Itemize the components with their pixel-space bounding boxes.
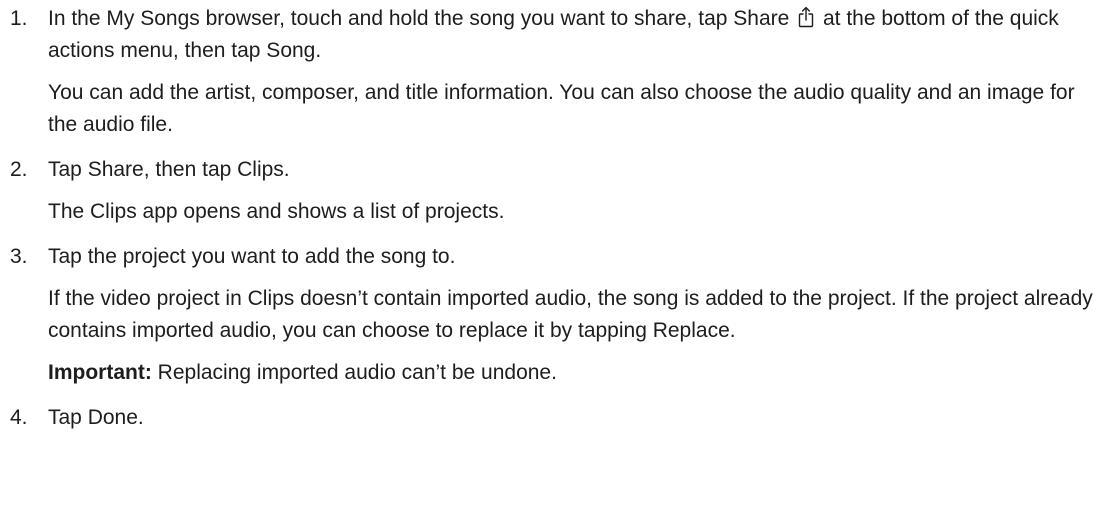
step-3: 3. Tap the project you want to add the s… — [0, 241, 1093, 389]
step-2: 2. Tap Share, then tap Clips. The Clips … — [0, 154, 1093, 228]
step-text-before-icon: In the My Songs browser, touch and hold … — [48, 7, 790, 30]
step-note: You can add the artist, composer, and ti… — [48, 81, 1075, 136]
step-number: 2. — [10, 158, 28, 181]
step-number: 4. — [10, 406, 28, 429]
step-instruction: Tap Done. — [48, 406, 144, 429]
step-4: 4. Tap Done. — [0, 402, 1093, 434]
share-icon — [798, 6, 814, 28]
step-instruction: Tap the project you want to add the song… — [48, 245, 456, 268]
important-text: Replacing imported audio can’t be undone… — [157, 361, 557, 384]
instruction-steps: 1. In the My Songs browser, touch and ho… — [0, 3, 1093, 434]
step-1: 1. In the My Songs browser, touch and ho… — [0, 3, 1093, 141]
step-instruction: In the My Songs browser, touch and hold … — [48, 3, 1093, 67]
step-note: The Clips app opens and shows a list of … — [48, 200, 505, 223]
important-label: Important: — [48, 361, 152, 384]
important-note: Important: Replacing imported audio can’… — [48, 357, 1093, 389]
step-number: 1. — [10, 7, 28, 30]
step-instruction: Tap Share, then tap Clips. — [48, 158, 290, 181]
step-note: If the video project in Clips doesn’t co… — [48, 287, 1093, 342]
step-number: 3. — [10, 245, 28, 268]
